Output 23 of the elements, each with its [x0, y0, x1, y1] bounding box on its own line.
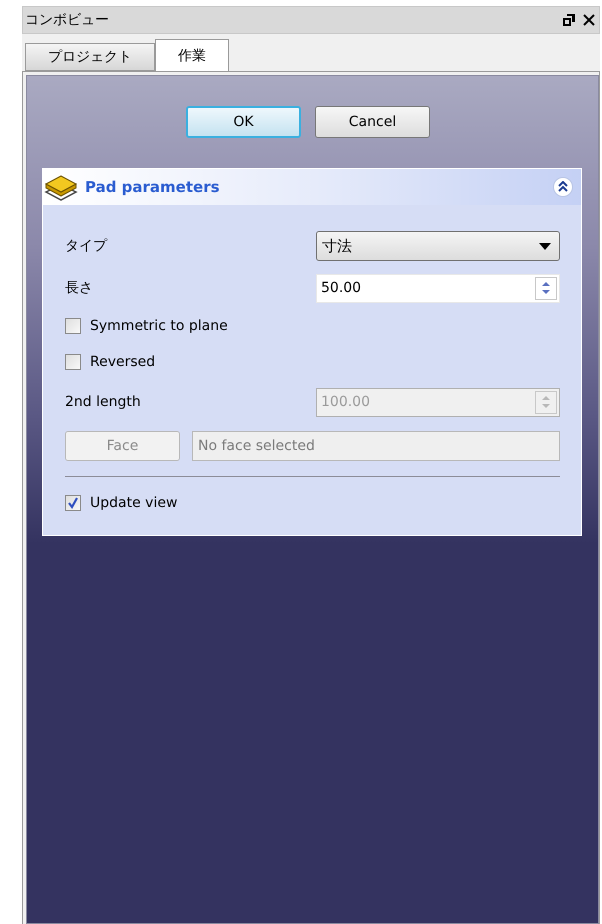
double-chevron-icon [558, 181, 568, 193]
ok-button[interactable]: OK [186, 106, 301, 138]
spin-arrows-icon[interactable] [535, 276, 557, 300]
tab[interactable]: 作業 [155, 39, 229, 71]
checkbox-box[interactable] [65, 354, 81, 370]
checkbox-box[interactable] [65, 318, 81, 334]
float-icon[interactable] [563, 14, 575, 26]
checkbox-box[interactable] [65, 495, 81, 511]
field-label: 2nd length [65, 394, 141, 410]
field-label: タイプ [65, 237, 107, 255]
dropdown-arrow-icon [539, 242, 551, 250]
number-field[interactable]: 50.00 [316, 274, 560, 302]
checkbox[interactable]: Symmetric to plane [65, 318, 228, 334]
field-label: 長さ [65, 279, 93, 297]
tab[interactable]: プロジェクト [25, 43, 155, 71]
type-dropdown[interactable]: 寸法 [316, 231, 560, 261]
cancel-button[interactable]: Cancel [315, 106, 430, 138]
panel-title: コンボビュー [25, 11, 109, 29]
close-icon[interactable] [583, 14, 595, 26]
checkbox[interactable]: Reversed [65, 354, 156, 370]
task-panel-title: Pad parameters [85, 178, 221, 196]
collapse-button[interactable] [553, 177, 573, 197]
checkbox[interactable]: Update view [65, 495, 178, 511]
